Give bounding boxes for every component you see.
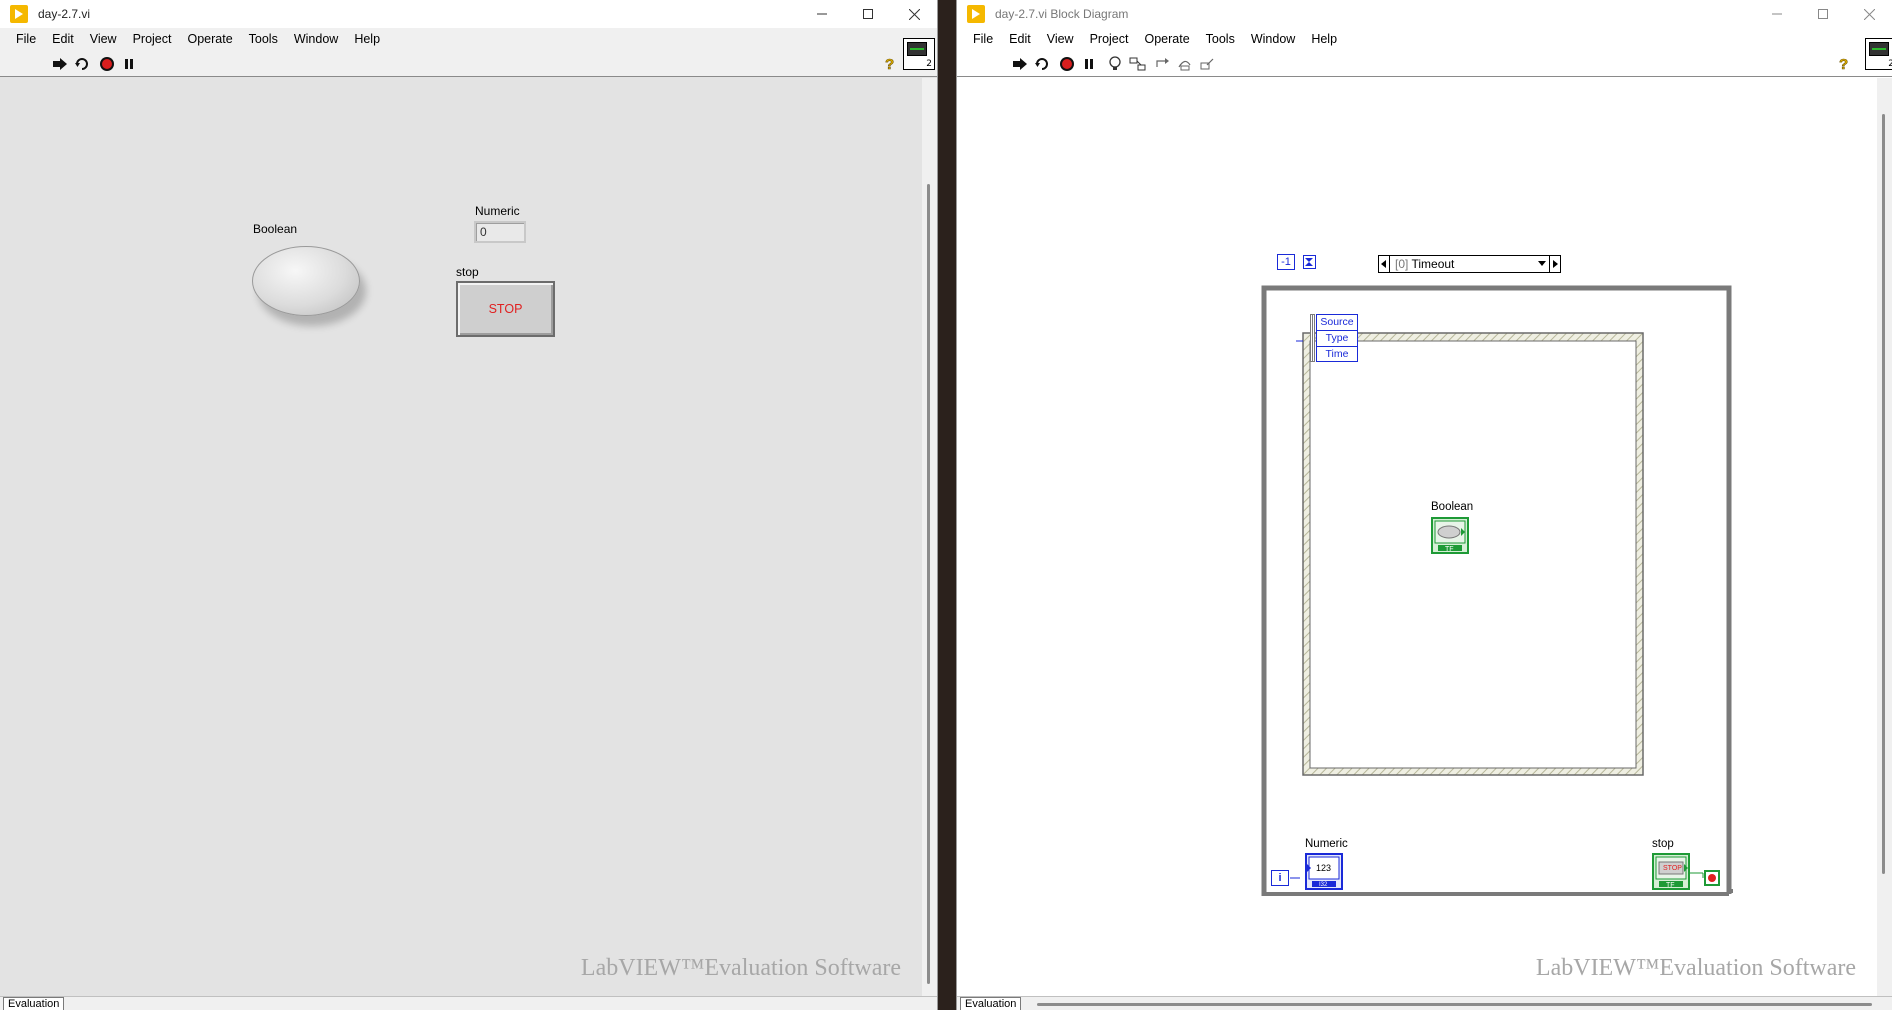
numeric-terminal-label: Numeric (1305, 838, 1348, 850)
menu-file[interactable]: File (8, 32, 44, 46)
vi-icon-number: 2 (926, 59, 932, 69)
boolean-label: Boolean (253, 222, 298, 236)
boolean-button[interactable] (252, 246, 360, 316)
loop-condition-terminal[interactable] (1704, 870, 1720, 886)
close-icon[interactable] (891, 0, 937, 28)
window-title: day-2.7.vi (38, 7, 91, 21)
front-panel-menubar: File Edit View Project Operate Tools Win… (0, 28, 937, 50)
horizontal-scrollbar-thumb[interactable] (1037, 1003, 1872, 1006)
event-case-label: [0] Timeout (1395, 257, 1455, 271)
numeric-terminal[interactable]: 123 I32 (1305, 853, 1343, 890)
stop-terminal-text: STOP (1663, 865, 1682, 872)
front-panel-window: day-2.7.vi File Edit View Project Operat… (0, 0, 938, 1010)
maximize-icon[interactable] (845, 0, 891, 28)
event-field-source[interactable]: Source (1316, 314, 1358, 330)
stop-button-text: STOP (488, 302, 523, 316)
event-data-node[interactable]: Source Type Time (1310, 314, 1358, 362)
menu-tools[interactable]: Tools (241, 32, 286, 46)
scrollbar-thumb[interactable] (1882, 114, 1885, 874)
context-help-icon[interactable]: ? (881, 55, 899, 73)
status-bar: Evaluation (0, 996, 937, 1010)
event-data-node-handle[interactable] (1310, 314, 1315, 362)
numeric-indicator: 0 (474, 221, 526, 243)
tf-label: TF (1445, 546, 1454, 553)
menu-project[interactable]: Project (125, 32, 180, 46)
menu-edit[interactable]: Edit (44, 32, 82, 46)
front-panel-toolbar: ? (0, 50, 937, 77)
previous-case-icon[interactable] (1379, 256, 1390, 272)
tf-label: TF (1666, 882, 1675, 889)
event-field-time[interactable]: Time (1316, 346, 1358, 362)
scrollbar-thumb[interactable] (927, 184, 930, 984)
next-case-icon[interactable] (1549, 256, 1560, 272)
evaluation-watermark: LabVIEW™Evaluation Software (580, 955, 901, 981)
iteration-terminal[interactable]: i (1271, 870, 1289, 886)
timeout-terminal-icon[interactable] (1303, 255, 1316, 269)
event-field-type[interactable]: Type (1316, 330, 1358, 346)
menu-window[interactable]: Window (286, 32, 346, 46)
stop-terminal[interactable]: STOP TF (1652, 853, 1690, 890)
status-bar: Evaluation (957, 996, 1892, 1010)
timeout-constant[interactable]: -1 (1277, 254, 1295, 270)
vertical-scrollbar[interactable] (1877, 78, 1892, 996)
front-panel-canvas[interactable] (0, 78, 937, 996)
menu-view[interactable]: View (82, 32, 125, 46)
stop-label: stop (456, 265, 479, 279)
minimize-icon[interactable] (799, 0, 845, 28)
vi-icon-number: 2 (1888, 59, 1892, 69)
numeric-terminal-text: 123 (1316, 863, 1332, 873)
svg-text:?: ? (885, 56, 894, 72)
abort-execution-icon[interactable] (98, 55, 116, 73)
block-diagram-window: day-2.7.vi Block Diagram File Edit View … (956, 0, 1892, 1010)
vertical-scrollbar[interactable] (922, 78, 937, 996)
case-dropdown-icon[interactable] (1538, 261, 1546, 266)
run-continuously-icon[interactable] (73, 55, 91, 73)
evaluation-tab[interactable]: Evaluation (960, 997, 1022, 1010)
menu-help[interactable]: Help (346, 32, 388, 46)
boolean-terminal-label: Boolean (1431, 501, 1474, 513)
run-arrow-icon[interactable] (51, 55, 69, 73)
menu-operate[interactable]: Operate (179, 32, 240, 46)
evaluation-watermark: LabVIEW™Evaluation Software (1535, 955, 1856, 981)
vi-connector-icon[interactable]: 2 (903, 38, 935, 70)
i32-label: I32 (1319, 882, 1328, 888)
numeric-label: Numeric (475, 204, 520, 218)
stop-button[interactable]: STOP (456, 281, 555, 337)
boolean-terminal[interactable]: TF (1431, 517, 1469, 554)
diagram-structures (1261, 285, 1733, 896)
event-case-selector[interactable]: [0] Timeout (1378, 255, 1561, 273)
front-panel-titlebar: day-2.7.vi (0, 0, 937, 28)
labview-vi-icon (10, 5, 28, 23)
evaluation-tab[interactable]: Evaluation (3, 997, 65, 1010)
pause-icon[interactable] (120, 55, 138, 73)
stop-terminal-label: stop (1652, 838, 1674, 850)
